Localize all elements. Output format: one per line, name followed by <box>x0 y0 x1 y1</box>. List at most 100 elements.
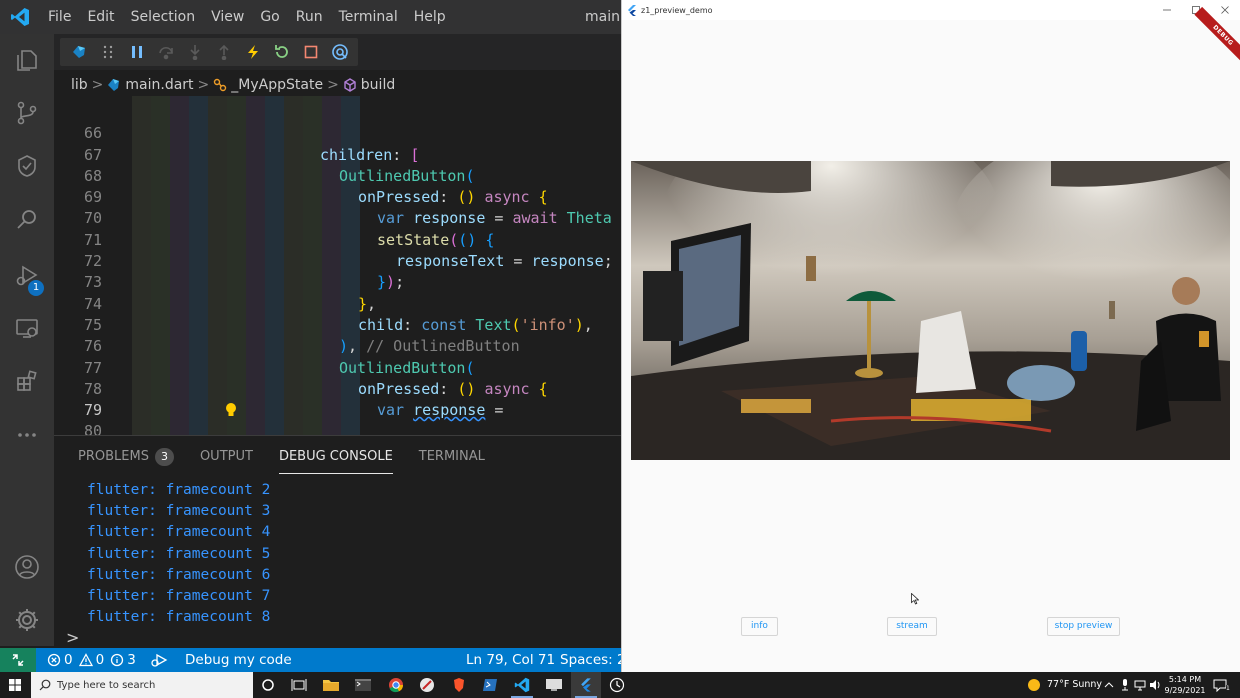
menu-edit[interactable]: Edit <box>79 0 122 34</box>
settings-gear-icon[interactable] <box>0 596 54 644</box>
breadcrumb-class[interactable]: _MyAppState <box>231 77 323 93</box>
accounts-icon[interactable] <box>0 543 54 591</box>
code-line: 79 await preview.getLiveP <box>54 379 621 419</box>
testing-icon[interactable] <box>0 142 54 190</box>
drag-handle-icon[interactable] <box>93 38 122 66</box>
step-out-icon[interactable] <box>209 38 238 66</box>
dart-file-icon <box>107 78 121 92</box>
vscode-titlebar: File Edit Selection View Go Run Terminal… <box>0 0 621 34</box>
tab-debug-console[interactable]: DEBUG CONSOLE <box>278 436 393 474</box>
microphone-icon[interactable] <box>1120 679 1130 691</box>
warning-icon <box>78 653 93 667</box>
vscode-taskbar-icon[interactable] <box>507 672 537 698</box>
extensions-icon[interactable] <box>0 357 54 405</box>
dart-devices-icon[interactable] <box>64 38 93 66</box>
remote-explorer-icon[interactable] <box>0 304 54 352</box>
search-placeholder: Type here to search <box>57 679 156 691</box>
vscode-logo-icon <box>0 0 40 34</box>
devtools-icon[interactable] <box>325 38 354 66</box>
stream-button[interactable]: stream <box>887 617 937 636</box>
flutter-logo-icon <box>627 4 637 16</box>
pause-icon[interactable] <box>122 38 151 66</box>
remote-desktop-icon[interactable] <box>539 672 569 698</box>
search-icon[interactable] <box>0 196 54 244</box>
menu-file[interactable]: File <box>40 0 79 34</box>
run-debug-icon[interactable]: 1 <box>0 252 54 300</box>
console-line: flutter: framecount 4 <box>87 524 271 541</box>
tab-problems[interactable]: PROBLEMS 3 <box>78 436 174 474</box>
flutter-taskbar-icon[interactable] <box>571 672 601 698</box>
windows-taskbar: Type here to search 77°F Sunny 5:14 PM 9… <box>0 672 1240 698</box>
breadcrumb-folder[interactable]: lib <box>71 77 88 93</box>
menu-terminal[interactable]: Terminal <box>331 0 406 34</box>
restart-icon[interactable] <box>267 38 296 66</box>
code-line: 71 responseText = response; <box>54 209 621 270</box>
search-icon <box>39 679 51 691</box>
info-button[interactable]: info <box>741 617 778 636</box>
minimize-icon[interactable] <box>1152 0 1182 20</box>
step-over-icon[interactable] <box>151 38 180 66</box>
stop-icon[interactable] <box>296 38 325 66</box>
cursor-position[interactable]: Ln 79, Col 71 <box>466 648 555 672</box>
console-input-prompt[interactable]: > <box>66 628 79 647</box>
clock-app-icon[interactable] <box>602 672 632 698</box>
code-line: 81 showStream = true; <box>54 422 621 436</box>
tray-chevron-up-icon[interactable] <box>1104 680 1114 690</box>
windows-start-icon[interactable] <box>0 672 30 698</box>
file-explorer-icon[interactable] <box>316 672 346 698</box>
code-editor[interactable]: 66 children: [ 67 OutlinedButton( 68 onP… <box>54 96 621 435</box>
powershell-icon[interactable] <box>475 672 505 698</box>
window-title: main.d <box>585 9 621 25</box>
task-view-icon[interactable] <box>284 672 314 698</box>
indentation-setting[interactable]: Spaces: 2 <box>560 648 621 672</box>
menu-go[interactable]: Go <box>252 0 287 34</box>
taskbar-clock[interactable]: 5:14 PM 9/29/2021 <box>1160 674 1210 696</box>
code-line: 78 var response = <box>54 358 621 419</box>
tab-output[interactable]: OUTPUT <box>200 436 253 474</box>
debug-config-label[interactable]: Debug my code <box>185 648 292 672</box>
flutter-titlebar: z1_preview_demo <box>622 0 1240 20</box>
problems-status[interactable]: 0 0 3 <box>47 648 136 672</box>
notification-count: 1 <box>1226 685 1230 692</box>
menu-view[interactable]: View <box>203 0 252 34</box>
clock-time: 5:14 PM <box>1168 675 1202 684</box>
explorer-icon[interactable] <box>0 36 54 84</box>
sourcetree-app-icon[interactable] <box>412 672 442 698</box>
tab-terminal[interactable]: TERMINAL <box>419 436 485 474</box>
debug-toolbar <box>60 38 358 66</box>
notification-icon[interactable] <box>1213 678 1227 692</box>
activity-bar: 1 <box>0 34 54 646</box>
chevron-right-icon: > <box>197 77 210 93</box>
close-icon[interactable] <box>1210 0 1240 20</box>
console-line: flutter: framecount 5 <box>87 545 271 562</box>
network-icon[interactable] <box>1134 679 1146 691</box>
flutter-app-window: z1_preview_demo DEBUG info stream stop p… <box>621 0 1240 672</box>
taskbar-search-box[interactable]: Type here to search <box>31 672 253 698</box>
weather-text[interactable]: 77°F Sunny <box>1047 672 1102 698</box>
live-preview-image <box>631 161 1230 460</box>
step-into-icon[interactable] <box>180 38 209 66</box>
weather-sun-icon <box>1027 678 1041 692</box>
more-icon[interactable] <box>0 411 54 459</box>
chevron-right-icon: > <box>91 77 104 93</box>
breadcrumb-method[interactable]: build <box>361 77 395 93</box>
code-line: 72 }); <box>54 230 621 291</box>
code-line: 66 children: [ <box>54 102 621 163</box>
source-control-icon[interactable] <box>0 89 54 137</box>
breadcrumb-file[interactable]: main.dart <box>125 77 193 93</box>
debug-launch-icon[interactable] <box>150 648 168 672</box>
chrome-icon[interactable] <box>381 672 411 698</box>
stop-preview-button[interactable]: stop preview <box>1047 617 1120 636</box>
code-line: 80 setState(() { <box>54 400 621 435</box>
console-line: flutter: framecount 2 <box>87 482 271 498</box>
cortana-icon[interactable] <box>253 672 283 698</box>
menu-selection[interactable]: Selection <box>123 0 204 34</box>
remote-indicator-icon[interactable] <box>0 648 36 672</box>
terminal-app-icon[interactable] <box>348 672 378 698</box>
menu-help[interactable]: Help <box>406 0 454 34</box>
hot-reload-icon[interactable] <box>238 38 267 66</box>
vscode-window: File Edit Selection View Go Run Terminal… <box>0 0 621 672</box>
brave-icon[interactable] <box>444 672 474 698</box>
menu-run[interactable]: Run <box>288 0 331 34</box>
code-line: 73 }, <box>54 251 621 312</box>
